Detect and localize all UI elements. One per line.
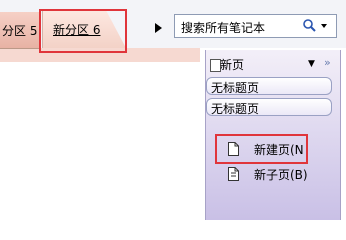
tab-section-5-label: 分区 5 bbox=[2, 24, 38, 38]
new-page-button[interactable]: 新页 bbox=[210, 56, 244, 73]
tab-section-5[interactable]: 分区 5 bbox=[0, 12, 40, 49]
subpage-icon bbox=[228, 167, 239, 181]
menu-highlight-box bbox=[215, 134, 308, 164]
page-item[interactable]: 无标题页 bbox=[206, 98, 332, 116]
play-arrow-icon bbox=[155, 23, 162, 33]
page-item-title: 无标题页 bbox=[211, 81, 260, 95]
search-icon[interactable] bbox=[302, 18, 330, 34]
page-item-title: 无标题页 bbox=[211, 102, 260, 116]
page-item[interactable]: 无标题页 bbox=[206, 77, 332, 95]
menu-new-subpage[interactable]: 新子页(B) bbox=[220, 164, 330, 184]
navigate-button[interactable] bbox=[150, 20, 166, 36]
menu-new-subpage-label: 新子页(B) bbox=[254, 168, 308, 182]
search-placeholder: 搜索所有笔记本 bbox=[181, 21, 266, 35]
new-page-row: 新页 ▼ » bbox=[206, 54, 340, 72]
dropdown-arrow-icon[interactable]: ▼ bbox=[308, 59, 315, 69]
tab-highlight-box bbox=[39, 9, 127, 53]
search-input[interactable]: 搜索所有笔记本 bbox=[174, 14, 337, 38]
collapse-chevron-icon[interactable]: » bbox=[324, 56, 331, 69]
new-page-label: 新页 bbox=[220, 58, 245, 72]
